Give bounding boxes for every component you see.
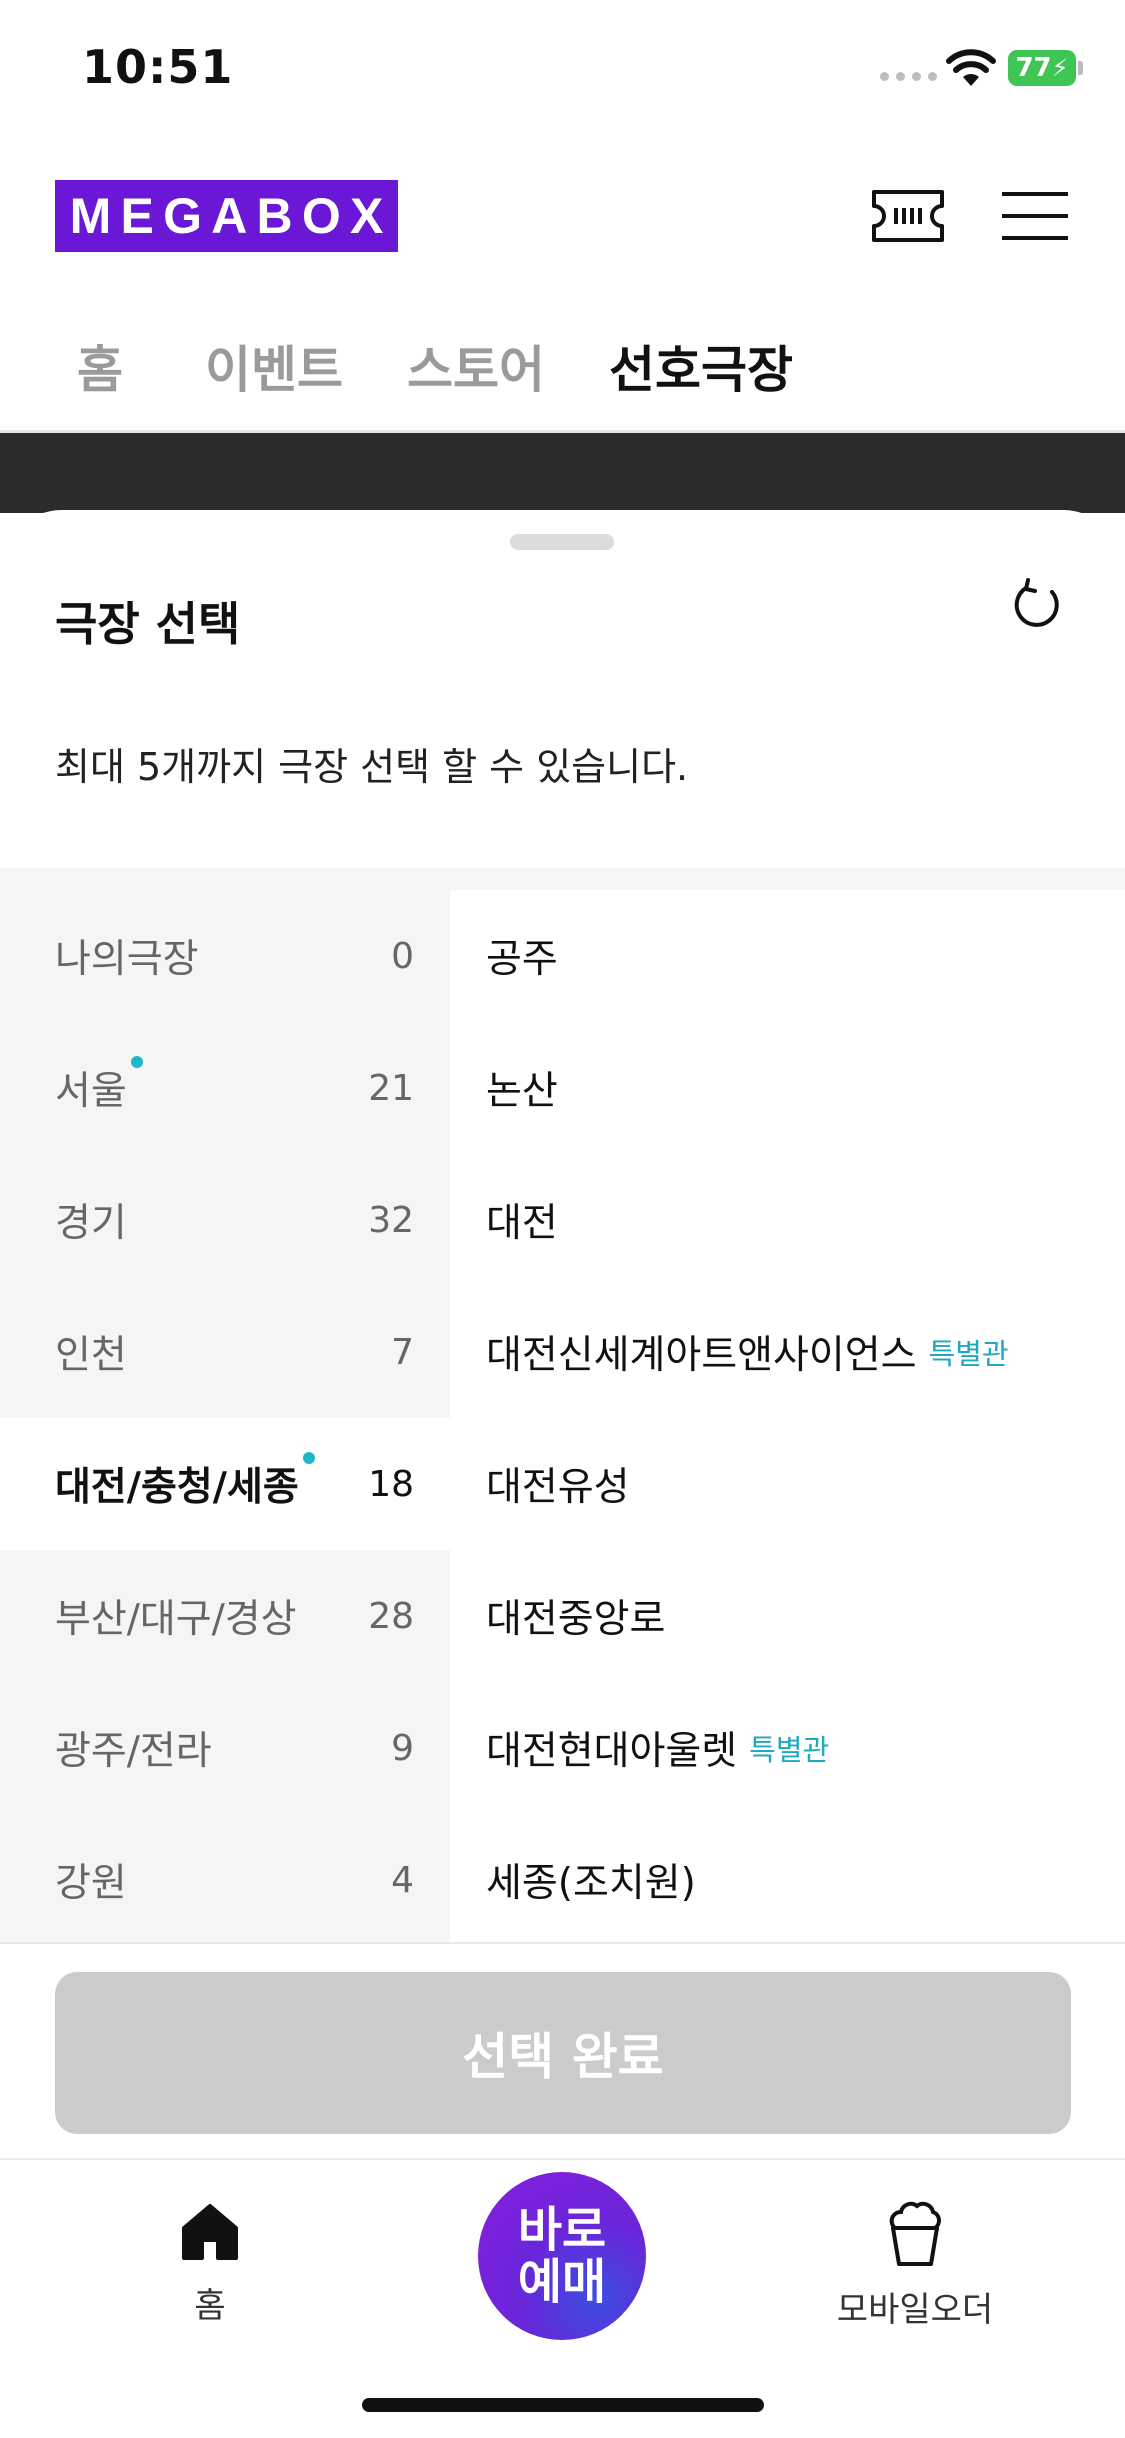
- region-item-gangwon[interactable]: 강원 4: [0, 1814, 450, 1946]
- ticket-icon[interactable]: [870, 188, 946, 244]
- region-name: 부산/대구/경상: [55, 1597, 297, 1642]
- logo-letter: M: [69, 188, 112, 244]
- region-count: 9: [391, 1727, 414, 1769]
- region-item-daejeon[interactable]: 대전/충청/세종 18: [0, 1418, 450, 1550]
- region-item-gwangju[interactable]: 광주/전라 9: [0, 1682, 450, 1814]
- theater-item[interactable]: 대전중앙로: [450, 1550, 1125, 1682]
- region-count: 18: [368, 1463, 414, 1505]
- bottom-tab-home[interactable]: 홈: [150, 2200, 270, 2327]
- special-hall-badge: 특별관: [928, 1337, 1009, 1371]
- special-hall-badge: 특별관: [749, 1733, 830, 1767]
- app-header: M E G A B O X 홈 이벤트 스토어 선호극장: [0, 140, 1125, 433]
- tab-home[interactable]: 홈: [77, 330, 123, 402]
- tab-label: 홈: [194, 2286, 226, 2326]
- theater-item[interactable]: 대전현대아울렛 특별관: [450, 1682, 1125, 1814]
- theater-name: 대전신세계아트앤사이언스: [486, 1333, 917, 1378]
- selected-dot: [130, 1056, 143, 1068]
- logo-letter: X: [349, 188, 384, 244]
- theater-name: 공주: [486, 937, 558, 982]
- cellular-signal-icon: [880, 72, 937, 81]
- book-label-line2: 예매: [517, 2254, 607, 2310]
- theater-item[interactable]: 논산: [450, 1022, 1125, 1154]
- region-name: 나의극장: [55, 937, 199, 982]
- popcorn-icon: [889, 2201, 941, 2266]
- logo-letter: E: [120, 188, 154, 244]
- region-count: 28: [368, 1595, 414, 1637]
- bottom-tab-bar: 홈 바로 예매 모바일오더: [0, 2158, 1125, 2438]
- hamburger-menu-icon[interactable]: [1000, 190, 1070, 242]
- refresh-icon[interactable]: [1008, 578, 1064, 634]
- confirm-selection-button[interactable]: 선택 완료: [55, 1972, 1071, 2134]
- theater-name: 논산: [486, 1069, 558, 1114]
- quick-booking-button[interactable]: 바로 예매: [478, 2172, 646, 2340]
- region-count: 0: [391, 935, 414, 977]
- region-item-gyeonggi[interactable]: 경기 32: [0, 1154, 450, 1286]
- bottom-tab-mobile-order[interactable]: 모바일오더: [820, 2200, 1010, 2331]
- region-item-seoul[interactable]: 서울 21: [0, 1022, 450, 1154]
- region-item-incheon[interactable]: 인천 7: [0, 1286, 450, 1418]
- theater-item[interactable]: 대전: [450, 1154, 1125, 1286]
- region-count: 32: [368, 1199, 414, 1241]
- tab-label: 모바일오더: [836, 2290, 994, 2330]
- logo-letter: O: [301, 188, 341, 244]
- region-name-wrap: 대전/충청/세종: [55, 1452, 315, 1512]
- megabox-logo[interactable]: M E G A B O X: [55, 180, 398, 252]
- selected-dot: [302, 1452, 315, 1464]
- region-list: 나의극장 0 서울 21 경기 32 인천 7 대전/충청/세종 18 부산/대…: [0, 868, 450, 1943]
- tab-event[interactable]: 이벤트: [205, 330, 343, 402]
- theater-name: 세종(조치원): [486, 1861, 696, 1906]
- region-count: 21: [368, 1067, 414, 1109]
- status-bar: 10:51 77 ⚡: [0, 0, 1125, 140]
- theater-item[interactable]: 대전유성: [450, 1418, 1125, 1550]
- region-name: 대전/충청/세종: [55, 1465, 299, 1510]
- theater-select-sheet: 극장 선택 최대 5개까지 극장 선택 할 수 있습니다. 나의극장 0 서울 …: [0, 510, 1125, 2160]
- logo-letter: A: [211, 188, 248, 244]
- selection-notice: 최대 5개까지 극장 선택 할 수 있습니다.: [55, 745, 689, 789]
- battery-cap: [1078, 61, 1083, 75]
- theater-item[interactable]: 대전신세계아트앤사이언스 특별관: [450, 1286, 1125, 1418]
- region-name: 인천: [55, 1333, 127, 1378]
- tab-favorite-theater[interactable]: 선호극장: [609, 330, 793, 402]
- region-name: 서울: [55, 1069, 127, 1114]
- confirm-area: 선택 완료: [0, 1942, 1125, 2160]
- region-name: 광주/전라: [55, 1729, 212, 1774]
- wifi-icon: [946, 49, 996, 86]
- home-indicator: [362, 2398, 764, 2412]
- sheet-drag-handle[interactable]: [510, 534, 614, 550]
- theater-item[interactable]: 공주: [450, 890, 1125, 1022]
- book-label-line1: 바로: [517, 2202, 607, 2258]
- theater-name: 대전현대아울렛: [486, 1729, 738, 1774]
- theater-item[interactable]: 세종(조치원): [450, 1814, 1125, 1946]
- region-name: 강원: [55, 1861, 127, 1906]
- sheet-title: 극장 선택: [55, 597, 241, 651]
- region-name-wrap: 서울: [55, 1056, 143, 1116]
- region-count: 4: [391, 1859, 414, 1901]
- region-name: 경기: [55, 1201, 127, 1246]
- region-count: 7: [391, 1331, 414, 1373]
- logo-letter: G: [163, 188, 202, 244]
- theater-name: 대전중앙로: [486, 1597, 666, 1642]
- home-icon: [182, 2204, 238, 2260]
- region-item-busan[interactable]: 부산/대구/경상 28: [0, 1550, 450, 1682]
- theater-name: 대전유성: [486, 1465, 630, 1510]
- main-nav-tabs: 홈 이벤트 스토어 선호극장: [55, 330, 857, 402]
- dimmed-overlay[interactable]: [0, 433, 1125, 513]
- list-divider: [450, 868, 1125, 890]
- theater-name: 대전: [486, 1201, 558, 1246]
- logo-letter: B: [256, 188, 293, 244]
- battery-icon: 77 ⚡: [1008, 50, 1076, 86]
- battery-level: 77: [1015, 53, 1052, 83]
- region-item-my[interactable]: 나의극장 0: [0, 890, 450, 1022]
- tab-store[interactable]: 스토어: [407, 330, 545, 402]
- status-time: 10:51: [82, 40, 234, 94]
